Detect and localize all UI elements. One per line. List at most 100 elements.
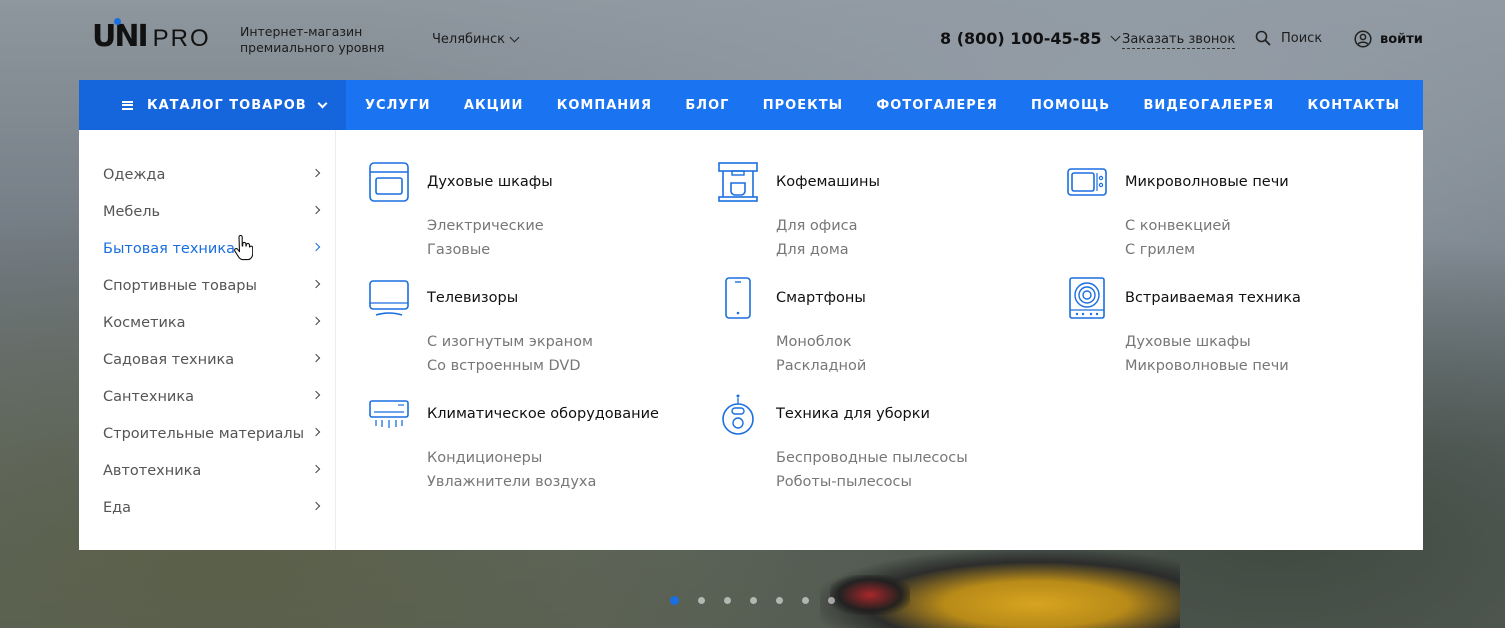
subgroup-link[interactable]: Кондиционеры: [427, 446, 697, 470]
chevron-down-icon: [317, 98, 328, 109]
nav-item-services[interactable]: УСЛУГИ: [365, 98, 431, 113]
subgroup-cleaning: Техника для уборки Беспроводные пылесосы…: [716, 392, 1046, 494]
chevron-right-icon: [311, 353, 321, 363]
catalog-label: КАТАЛОГ ТОВАРОВ: [147, 97, 307, 113]
subgroup-link[interactable]: Беспроводные пылесосы: [776, 446, 1046, 470]
city-selector[interactable]: Челябинск: [432, 32, 520, 47]
slider-dot[interactable]: [750, 597, 757, 604]
nav-item-photo-gallery[interactable]: ФОТОГАЛЕРЕЯ: [876, 98, 997, 113]
tagline: Интернет-магазин премиального уровня: [240, 24, 385, 55]
subgroup-title[interactable]: Телевизоры: [427, 290, 518, 306]
search-label: Поиск: [1281, 30, 1323, 46]
category-label: Еда: [103, 499, 132, 516]
subgroup-ovens: Духовые шкафы Электрические Газовые: [367, 160, 697, 262]
chevron-right-icon: [311, 168, 321, 178]
subgroup-built-in: Встраиваемая техника Духовые шкафы Микро…: [1065, 276, 1395, 378]
subgroup-link[interactable]: Со встроенным DVD: [427, 354, 697, 378]
subgroup-title[interactable]: Климатическое оборудование: [427, 406, 659, 422]
coffee-machine-icon: [716, 160, 760, 204]
chevron-down-icon: [1110, 31, 1120, 42]
category-label: Мебель: [103, 203, 161, 220]
login-label: войти: [1380, 31, 1423, 47]
category-list: Одежда Мебель Бытовая техника Спортивные…: [79, 130, 336, 550]
slider-dots: [670, 596, 835, 605]
subgroup-title[interactable]: Микроволновые печи: [1125, 174, 1289, 190]
catalog-button[interactable]: КАТАЛОГ ТОВАРОВ: [79, 80, 346, 130]
air-conditioner-icon: [367, 392, 411, 436]
phone-label: 8 (800) 100-45-85: [940, 29, 1102, 48]
subgroup-link[interactable]: Для дома: [776, 238, 1046, 262]
subgroup-link[interactable]: Моноблок: [776, 330, 1046, 354]
tv-icon: [367, 276, 411, 320]
subgroup-link[interactable]: Электрические: [427, 214, 697, 238]
nav-item-projects[interactable]: ПРОЕКТЫ: [763, 98, 843, 113]
search-button[interactable]: Поиск: [1255, 30, 1322, 46]
user-icon: [1354, 30, 1372, 48]
chevron-right-icon: [311, 279, 321, 289]
category-item-clothing[interactable]: Одежда: [79, 156, 335, 193]
subgroup-title[interactable]: Встраиваемая техника: [1125, 290, 1301, 306]
microwave-icon: [1065, 160, 1109, 204]
chevron-down-icon: [509, 32, 520, 43]
subgroup-title[interactable]: Духовые шкафы: [427, 174, 553, 190]
subgroup-link[interactable]: Микроволновые печи: [1125, 354, 1395, 378]
subgroup-link[interactable]: Раскладной: [776, 354, 1046, 378]
category-item-sports[interactable]: Спортивные товары: [79, 267, 335, 304]
nav-item-contacts[interactable]: КОНТАКТЫ: [1308, 98, 1400, 113]
nav-item-blog[interactable]: БЛОГ: [685, 98, 729, 113]
nav-item-help[interactable]: ПОМОЩЬ: [1031, 98, 1110, 113]
logo-mark: UNI: [92, 18, 149, 54]
nav-item-video-gallery[interactable]: ВИДЕОГАЛЕРЕЯ: [1143, 98, 1274, 113]
chevron-right-icon: [311, 464, 321, 474]
chevron-right-icon: [311, 205, 321, 215]
login-button[interactable]: войти: [1354, 30, 1423, 48]
category-label: Автотехника: [103, 462, 202, 479]
category-item-plumbing[interactable]: Сантехника: [79, 378, 335, 415]
category-item-building[interactable]: Строительные материалы: [79, 415, 335, 452]
category-item-appliances[interactable]: Бытовая техника: [79, 230, 335, 267]
subgroup-microwaves: Микроволновые печи С конвекцией С грилем: [1065, 160, 1395, 262]
category-item-food[interactable]: Еда: [79, 489, 335, 526]
category-item-garden[interactable]: Садовая техника: [79, 341, 335, 378]
subgroup-title[interactable]: Техника для уборки: [776, 406, 930, 422]
category-item-furniture[interactable]: Мебель: [79, 193, 335, 230]
subgroup-link[interactable]: Роботы-пылесосы: [776, 470, 1046, 494]
chevron-right-icon: [311, 427, 321, 437]
slider-dot[interactable]: [670, 596, 679, 605]
site-header: UNI PRO Интернет-магазин премиального ур…: [0, 0, 1505, 80]
nav-item-promotions[interactable]: АКЦИИ: [464, 98, 524, 113]
logo[interactable]: UNI PRO: [92, 18, 211, 54]
hand-cursor-icon: [234, 235, 253, 261]
phone-number[interactable]: 8 (800) 100-45-85: [940, 29, 1120, 48]
built-in-appliance-icon: [1065, 276, 1109, 320]
slider-dot[interactable]: [802, 597, 809, 604]
nav-item-company[interactable]: КОМПАНИЯ: [557, 98, 652, 113]
slider-dot[interactable]: [698, 597, 705, 604]
subgroup-link[interactable]: С изогнутым экраном: [427, 330, 697, 354]
category-label: Бытовая техника: [103, 240, 235, 257]
subgroup-link[interactable]: Для офиса: [776, 214, 1046, 238]
callback-link[interactable]: Заказать звонок: [1122, 32, 1236, 49]
category-label: Садовая техника: [103, 351, 235, 368]
slider-dot[interactable]: [724, 597, 731, 604]
subgroup-link[interactable]: Духовые шкафы: [1125, 330, 1395, 354]
menu-icon: [122, 100, 133, 110]
category-item-cosmetics[interactable]: Косметика: [79, 304, 335, 341]
subgroup-link[interactable]: Увлажнители воздуха: [427, 470, 697, 494]
search-icon: [1255, 30, 1271, 46]
chevron-right-icon: [311, 316, 321, 326]
subgroup-title[interactable]: Кофемашины: [776, 174, 880, 190]
subgroup-tvs: Телевизоры С изогнутым экраном Со встрое…: [367, 276, 697, 378]
category-item-auto[interactable]: Автотехника: [79, 452, 335, 489]
subgroup-link[interactable]: Газовые: [427, 238, 697, 262]
subgroup-smartphones: Смартфоны Моноблок Раскладной: [716, 276, 1046, 378]
subgroup-link[interactable]: С грилем: [1125, 238, 1395, 262]
subgroup-climate: Климатическое оборудование Кондиционеры …: [367, 392, 697, 494]
slider-dot[interactable]: [776, 597, 783, 604]
slider-dot[interactable]: [828, 597, 835, 604]
category-label: Спортивные товары: [103, 277, 257, 294]
category-label: Одежда: [103, 166, 166, 183]
subgroup-link[interactable]: С конвекцией: [1125, 214, 1395, 238]
subgroup-title[interactable]: Смартфоны: [776, 290, 866, 306]
category-label: Сантехника: [103, 388, 194, 405]
